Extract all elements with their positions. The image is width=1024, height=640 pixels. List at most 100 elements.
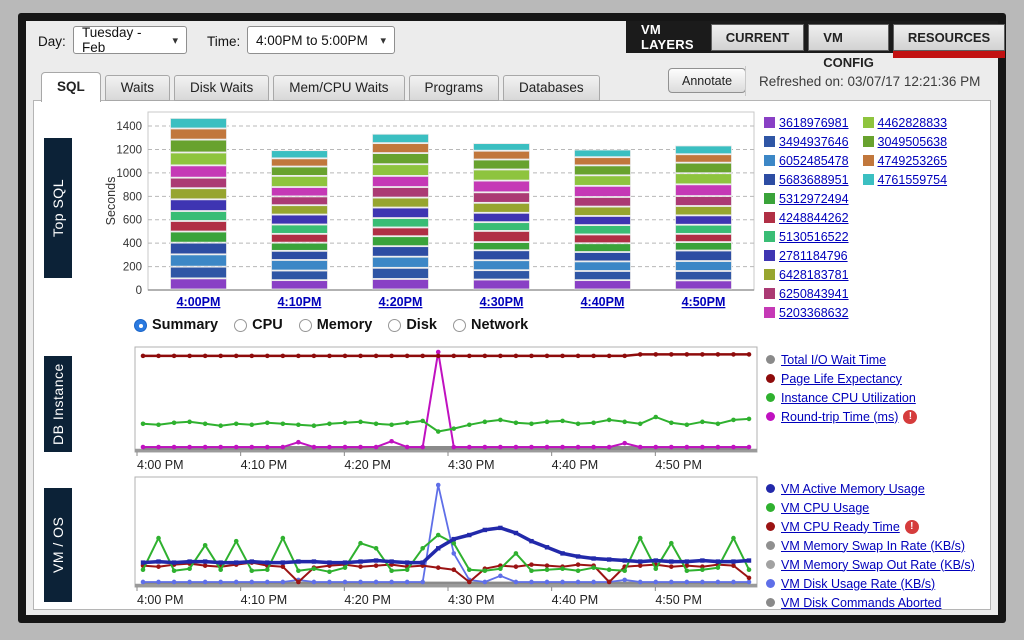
legend-link[interactable]: VM Active Memory Usage — [781, 482, 925, 496]
bar-segment-3494937646[interactable] — [373, 268, 429, 278]
bar-time-link[interactable]: 4:30PM — [480, 295, 524, 309]
legend-link[interactable]: 6428183781 — [779, 268, 849, 282]
nav-tab-vm-layers[interactable]: VM LAYERS — [626, 22, 709, 52]
legend-link[interactable]: 4462828833 — [878, 116, 948, 130]
bar-segment-2781184796[interactable] — [474, 213, 530, 221]
radio-disk[interactable]: Disk — [388, 317, 437, 333]
bar-segment-3618976981[interactable] — [171, 279, 227, 289]
bar-segment-2781184796[interactable] — [575, 216, 631, 224]
bar-segment-4248844262[interactable] — [373, 228, 429, 236]
bar-segment-6052485478[interactable] — [474, 261, 530, 270]
bar-segment-3049505638[interactable] — [474, 160, 530, 169]
day-dropdown[interactable]: Tuesday - Feb ▾ — [73, 26, 187, 54]
bar-segment-6428183781[interactable] — [272, 206, 328, 214]
legend-link[interactable]: VM CPU Usage — [781, 501, 869, 515]
bar-segment-6250843941[interactable] — [272, 197, 328, 205]
bar-segment-4462828833[interactable] — [373, 165, 429, 176]
bar-segment-4749253265[interactable] — [171, 129, 227, 139]
bar-segment-6428183781[interactable] — [373, 198, 429, 207]
bar-segment-3049505638[interactable] — [171, 140, 227, 152]
bar-segment-4462828833[interactable] — [272, 176, 328, 186]
bar-segment-4761559754[interactable] — [373, 134, 429, 142]
legend-link[interactable]: Instance CPU Utilization — [781, 391, 916, 405]
bar-segment-5130516522[interactable] — [575, 226, 631, 234]
bar-segment-4248844262[interactable] — [272, 234, 328, 242]
bar-segment-3494937646[interactable] — [272, 271, 328, 280]
bar-segment-4462828833[interactable] — [676, 174, 732, 184]
bar-segment-3494937646[interactable] — [575, 271, 631, 279]
bar-segment-5312972494[interactable] — [474, 243, 530, 250]
bar-segment-5203368632[interactable] — [373, 176, 429, 186]
radio-circle-disk[interactable] — [388, 319, 401, 332]
legend-link[interactable]: 3049505638 — [878, 135, 948, 149]
radio-circle-network[interactable] — [453, 319, 466, 332]
bar-segment-5683688951[interactable] — [676, 251, 732, 261]
tab-sql[interactable]: SQL — [41, 72, 101, 102]
bar-segment-5130516522[interactable] — [474, 223, 530, 231]
bar-segment-6250843941[interactable] — [474, 193, 530, 203]
bar-segment-3494937646[interactable] — [171, 267, 227, 278]
bar-time-link[interactable]: 4:00PM — [177, 295, 221, 309]
radio-network[interactable]: Network — [453, 317, 528, 333]
bar-segment-6250843941[interactable] — [575, 197, 631, 206]
bar-segment-5683688951[interactable] — [272, 251, 328, 259]
bar-segment-6250843941[interactable] — [676, 197, 732, 206]
legend-link[interactable]: 4761559754 — [878, 173, 948, 187]
bar-segment-6428183781[interactable] — [676, 207, 732, 215]
bar-segment-3049505638[interactable] — [272, 167, 328, 175]
bar-segment-6052485478[interactable] — [373, 257, 429, 267]
bar-segment-2781184796[interactable] — [272, 215, 328, 224]
bar-time-link[interactable]: 4:10PM — [278, 295, 322, 309]
bar-segment-3494937646[interactable] — [676, 271, 732, 279]
radio-memory[interactable]: Memory — [299, 317, 373, 333]
radio-cpu[interactable]: CPU — [234, 317, 283, 333]
bar-segment-4761559754[interactable] — [272, 151, 328, 158]
bar-segment-5312972494[interactable] — [373, 237, 429, 246]
bar-time-link[interactable]: 4:50PM — [682, 295, 726, 309]
legend-link[interactable]: Page Life Expectancy — [781, 372, 902, 386]
bar-segment-6250843941[interactable] — [171, 178, 227, 188]
bar-segment-5312972494[interactable] — [676, 243, 732, 250]
bar-segment-2781184796[interactable] — [171, 200, 227, 211]
bar-segment-5683688951[interactable] — [575, 253, 631, 261]
bar-segment-5203368632[interactable] — [575, 186, 631, 196]
bar-time-link[interactable]: 4:20PM — [379, 295, 423, 309]
bar-segment-2781184796[interactable] — [676, 216, 732, 224]
legend-link[interactable]: VM Disk Commands Aborted — [781, 596, 941, 610]
bar-segment-5203368632[interactable] — [474, 181, 530, 192]
bar-segment-4761559754[interactable] — [575, 150, 631, 157]
tab-waits[interactable]: Waits — [105, 75, 170, 101]
bar-segment-3049505638[interactable] — [676, 163, 732, 173]
legend-link[interactable]: VM Memory Swap In Rate (KB/s) — [781, 539, 965, 553]
bar-segment-6250843941[interactable] — [373, 188, 429, 198]
bar-segment-5683688951[interactable] — [373, 247, 429, 257]
bar-segment-5683688951[interactable] — [171, 243, 227, 254]
legend-link[interactable]: 3494937646 — [779, 135, 849, 149]
bar-segment-4761559754[interactable] — [171, 118, 227, 128]
bar-segment-5130516522[interactable] — [171, 212, 227, 221]
legend-link[interactable]: VM CPU Ready Time — [781, 520, 900, 534]
legend-link[interactable]: 6052485478 — [779, 154, 849, 168]
bar-segment-5130516522[interactable] — [373, 219, 429, 227]
bar-segment-3618976981[interactable] — [676, 281, 732, 289]
legend-link[interactable]: 4749253265 — [878, 154, 948, 168]
bar-segment-5203368632[interactable] — [676, 185, 732, 196]
bar-segment-3618976981[interactable] — [575, 281, 631, 289]
bar-segment-4462828833[interactable] — [171, 153, 227, 165]
bar-segment-5130516522[interactable] — [676, 225, 732, 233]
legend-link[interactable]: 2781184796 — [779, 249, 848, 263]
legend-link[interactable]: 5683688951 — [779, 173, 849, 187]
radio-circle-memory[interactable] — [299, 319, 312, 332]
legend-link[interactable]: VM Disk Usage Rate (KB/s) — [781, 577, 935, 591]
bar-segment-2781184796[interactable] — [373, 208, 429, 218]
legend-link[interactable]: Total I/O Wait Time — [781, 353, 886, 367]
legend-link[interactable]: 5312972494 — [779, 192, 849, 206]
annotate-button[interactable]: Annotate — [668, 68, 746, 93]
legend-link[interactable]: Round-trip Time (ms) — [781, 410, 898, 424]
bar-segment-3618976981[interactable] — [373, 279, 429, 289]
bar-segment-3618976981[interactable] — [272, 281, 328, 289]
bar-segment-5312972494[interactable] — [575, 244, 631, 252]
time-dropdown[interactable]: 4:00PM to 5:00PM ▾ — [247, 26, 395, 54]
bar-segment-4749253265[interactable] — [373, 144, 429, 153]
bar-segment-4761559754[interactable] — [474, 144, 530, 151]
